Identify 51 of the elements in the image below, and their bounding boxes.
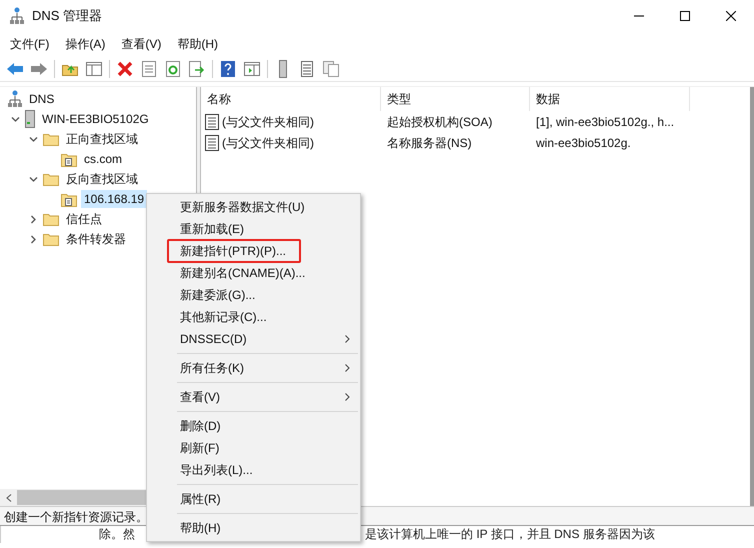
menu-item[interactable]: 属性(R) — [147, 488, 360, 510]
menu-item[interactable]: 更新服务器数据文件(U) — [147, 196, 360, 218]
menu-item[interactable]: 导出列表(L)... — [147, 459, 360, 481]
tree-item[interactable]: 106.168.19 — [81, 190, 148, 208]
tree-item[interactable]: DNS — [26, 90, 58, 108]
column-header[interactable]: 数据 — [530, 87, 690, 111]
folder-icon — [43, 132, 59, 146]
folder-icon — [43, 212, 59, 226]
menu-item[interactable]: 删除(D) — [147, 415, 360, 437]
menu-item[interactable]: 查看(V) — [147, 386, 360, 408]
menu-item[interactable]: DNSSEC(D) — [147, 328, 360, 350]
table-cell-text: win-ee3bio5102g. — [535, 134, 632, 152]
menu-item[interactable]: 重新加载(E) — [147, 218, 360, 240]
menu-item[interactable]: 其他新记录(C)... — [147, 306, 360, 328]
folder-icon — [43, 232, 59, 246]
menu-item[interactable]: 帮助(H) — [147, 517, 360, 539]
tree-item[interactable]: 信任点 — [63, 210, 105, 228]
table-cell-text: 名称服务器(NS) — [386, 134, 473, 152]
menu-item[interactable]: 文件(F) — [2, 35, 58, 53]
tree-item[interactable]: WIN-EE3BIO5102G — [39, 110, 152, 128]
table-cell-text: (与父文件夹相同) — [222, 134, 314, 152]
menu-item[interactable]: 刷新(F) — [147, 437, 360, 459]
zone-file-icon — [61, 191, 77, 207]
menu-item[interactable]: 所有任务(K) — [147, 357, 360, 379]
column-header[interactable]: 类型 — [381, 87, 530, 111]
record-icon — [205, 134, 219, 150]
table-cell-text: [1], win-ee3bio5102g., h... — [535, 114, 676, 130]
network-icon — [8, 90, 22, 108]
tree-item[interactable]: 反向查找区域 — [63, 170, 141, 188]
table-cell-text: 起始授权机构(SOA) — [386, 114, 494, 130]
menu-item[interactable]: 新建指针(PTR)(P)... — [147, 240, 360, 262]
menu-item[interactable]: 新建别名(CNAME)(A)... — [147, 262, 360, 284]
folder-icon — [43, 172, 59, 186]
menu-item[interactable]: 新建委派(G)... — [147, 284, 360, 306]
status-text: 创建一个新指针资源记录。 — [3, 509, 149, 525]
scroll-left-icon[interactable] — [6, 494, 12, 502]
table-cell-text: (与父文件夹相同) — [222, 114, 314, 130]
menu-item[interactable]: 帮助(H) — [169, 35, 226, 53]
zone-file-icon — [61, 151, 77, 167]
tree-item[interactable]: cs.com — [81, 150, 126, 168]
menu-item[interactable]: 查看(V) — [113, 35, 170, 53]
network-icon — [10, 7, 24, 25]
server-icon — [25, 110, 35, 128]
window-title: DNS 管理器 — [32, 7, 102, 26]
tree-item[interactable]: 条件转发器 — [63, 230, 129, 248]
tree-item[interactable]: 正向查找区域 — [63, 130, 141, 148]
menu-item[interactable]: 操作(A) — [57, 35, 114, 53]
column-header[interactable]: 名称 — [201, 87, 381, 111]
background-text: 是该计算机上唯一的 IP 接口，并且 DNS 服务器因为该 — [365, 526, 655, 543]
background-text: 除。然 — [99, 527, 135, 541]
record-icon — [205, 114, 219, 130]
